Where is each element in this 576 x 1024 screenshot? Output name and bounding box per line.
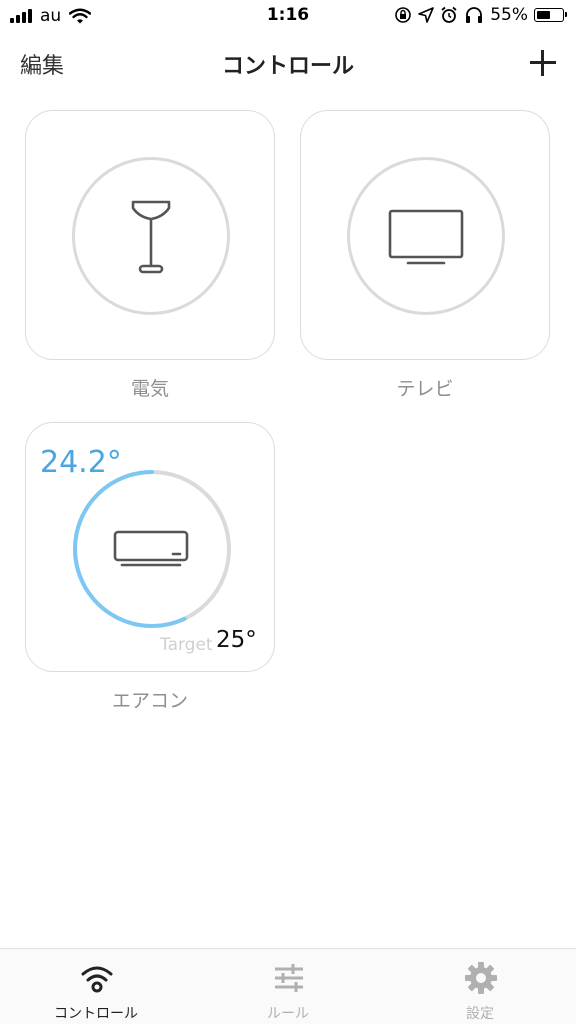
tab-label-rules: ルール (267, 1006, 309, 1022)
device-tile-tv[interactable] (300, 110, 550, 360)
sliders-icon (275, 964, 303, 992)
status-bar: au 1:16 55% (0, 0, 576, 34)
tv-icon (388, 209, 464, 265)
orientation-lock-icon (395, 7, 412, 23)
headphones-icon (466, 7, 483, 23)
target-label: Target (160, 635, 213, 655)
wifi-icon (81, 966, 113, 993)
alarm-icon (441, 6, 457, 23)
battery-percent: 55% (490, 5, 528, 25)
tab-settings[interactable]: 設定 (384, 949, 576, 1024)
tab-label-control: コントロール (54, 1006, 138, 1022)
screen: au 1:16 55% 編集 コントロール 電気 テレビ 24.2° Targe… (0, 0, 576, 1024)
device-label-aircon: エアコン (111, 690, 188, 712)
tab-rules[interactable]: ルール (192, 949, 384, 1024)
battery-fill (537, 11, 550, 19)
gear-icon (465, 962, 497, 994)
floor-lamp-icon (131, 200, 171, 274)
add-icon[interactable] (528, 48, 558, 78)
air-conditioner-icon (113, 530, 189, 567)
nav-bar: 編集 コントロール (0, 36, 576, 92)
status-right: 55% (394, 5, 567, 25)
page-title: コントロール (221, 54, 354, 79)
target-temperature: 25° (216, 627, 257, 653)
device-label-lamp: 電気 (130, 378, 169, 400)
current-temperature: 24.2° (40, 445, 122, 480)
device-tile-aircon[interactable]: 24.2° Target 25° (25, 422, 275, 672)
tab-label-settings: 設定 (466, 1006, 494, 1022)
device-label-tv: テレビ (396, 378, 454, 400)
location-icon (418, 7, 435, 23)
tab-control[interactable]: コントロール (0, 949, 192, 1024)
battery-icon (534, 8, 567, 22)
tab-bar: コントロール ルール 設定 (0, 948, 576, 1024)
device-tile-lamp[interactable] (25, 110, 275, 360)
